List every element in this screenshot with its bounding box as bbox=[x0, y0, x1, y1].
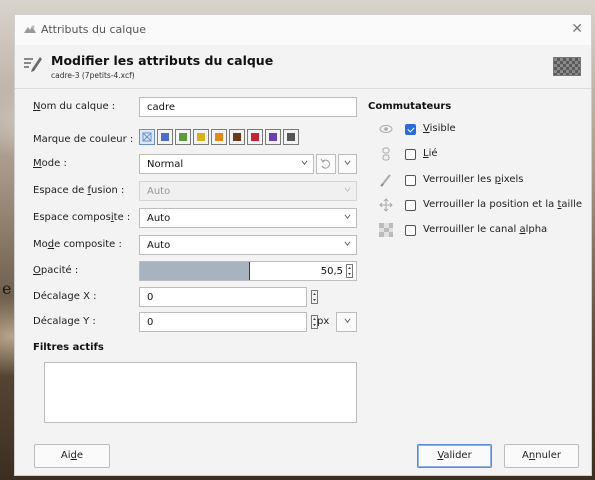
dialog-header: Modifier les attributs du calque cadre-3… bbox=[15, 45, 591, 89]
color-tag-brown[interactable] bbox=[229, 129, 245, 145]
gimp-icon bbox=[24, 25, 36, 33]
layer-name-label: Nom du calque : bbox=[33, 101, 116, 112]
chevron-down-icon bbox=[344, 241, 351, 246]
color-tag-orange[interactable] bbox=[211, 129, 227, 145]
titlebar: Attributs du calque ✕ bbox=[15, 15, 591, 45]
checkerboard-icon bbox=[379, 223, 393, 237]
mode-group-dropdown[interactable] bbox=[338, 154, 357, 174]
window-title: Attributs du calque bbox=[41, 23, 147, 36]
offset-x-value: 0 bbox=[147, 292, 154, 303]
color-tag-label: Marque de couleur : bbox=[33, 134, 134, 145]
composite-mode-label: Mode composite : bbox=[33, 239, 122, 250]
color-tag-green[interactable] bbox=[175, 129, 191, 145]
mode-label: Mode : bbox=[33, 158, 67, 169]
blend-space-select[interactable]: Auto bbox=[139, 181, 357, 201]
blend-space-value: Auto bbox=[147, 186, 171, 197]
color-tag-blue[interactable] bbox=[157, 129, 173, 145]
chain-icon bbox=[382, 147, 390, 161]
color-tag-red[interactable] bbox=[247, 129, 263, 145]
lock-alpha-label: Verrouiller le canal alpha bbox=[423, 224, 548, 235]
opacity-label: Opacité : bbox=[33, 265, 79, 276]
chevron-down-icon bbox=[344, 214, 351, 219]
active-filters-title: Filtres actifs bbox=[33, 342, 104, 353]
color-tag-yellow[interactable] bbox=[193, 129, 209, 145]
offset-y-value: 0 bbox=[147, 317, 154, 328]
color-tag-swatches bbox=[139, 129, 299, 146]
help-button[interactable]: Aide bbox=[34, 444, 110, 468]
composite-mode-value: Auto bbox=[147, 240, 171, 251]
active-filters-list[interactable] bbox=[44, 362, 357, 423]
chevron-down-icon bbox=[344, 160, 351, 165]
unit-dropdown[interactable] bbox=[336, 312, 357, 332]
header-title: Modifier les attributs du calque bbox=[51, 53, 274, 68]
visible-checkbox[interactable] bbox=[405, 124, 416, 135]
unit-value: px bbox=[317, 316, 330, 327]
color-tag-gray[interactable] bbox=[283, 129, 299, 145]
switches-title: Commutateurs bbox=[368, 101, 452, 112]
lock-pixels-label: Verrouiller les pixels bbox=[423, 174, 524, 185]
reset-icon bbox=[320, 158, 330, 169]
composite-space-value: Auto bbox=[147, 213, 171, 224]
opacity-slider[interactable]: 50,5 bbox=[139, 261, 357, 281]
lock-position-label: Verrouiller la position et la taille bbox=[423, 199, 583, 210]
brush-icon bbox=[380, 174, 391, 187]
composite-space-label: Espace composite : bbox=[33, 212, 131, 223]
spinner-icon[interactable] bbox=[346, 264, 353, 278]
offset-y-label: Décalage Y : bbox=[33, 316, 96, 327]
layer-attributes-dialog: Attributs du calque ✕ Modifier les attri… bbox=[14, 14, 592, 476]
mode-value: Normal bbox=[147, 159, 184, 170]
offset-y-input[interactable]: 0 bbox=[139, 312, 318, 332]
blend-space-label: Espace de fusion : bbox=[33, 185, 125, 196]
mode-select[interactable]: Normal bbox=[139, 154, 314, 174]
offset-x-label: Décalage X : bbox=[33, 291, 97, 302]
close-icon[interactable]: ✕ bbox=[571, 21, 583, 37]
visible-label: Visible bbox=[423, 123, 456, 134]
linked-label: Lié bbox=[423, 148, 438, 159]
background-text: e bbox=[2, 279, 12, 298]
opacity-value: 50,5 bbox=[320, 266, 343, 277]
eye-icon bbox=[379, 125, 393, 133]
offset-x-input[interactable]: 0 bbox=[139, 287, 318, 307]
opacity-fill bbox=[140, 262, 251, 280]
spinner-icon[interactable] bbox=[311, 290, 318, 304]
ok-button[interactable]: Valider bbox=[417, 444, 492, 468]
layer-thumbnail bbox=[553, 57, 581, 76]
move-icon bbox=[379, 198, 393, 212]
lock-pixels-checkbox[interactable] bbox=[405, 175, 416, 186]
composite-space-select[interactable]: Auto bbox=[139, 208, 357, 228]
composite-mode-select[interactable]: Auto bbox=[139, 235, 357, 255]
color-tag-none[interactable] bbox=[139, 129, 155, 145]
chevron-down-icon bbox=[301, 160, 308, 165]
layer-name-input[interactable]: cadre bbox=[139, 97, 357, 117]
edit-layer-icon bbox=[24, 57, 42, 72]
cancel-button[interactable]: Annuler bbox=[504, 444, 579, 468]
linked-checkbox[interactable] bbox=[405, 149, 416, 160]
lock-position-checkbox[interactable] bbox=[405, 200, 416, 211]
chevron-down-icon bbox=[344, 187, 351, 192]
color-tag-violet[interactable] bbox=[265, 129, 281, 145]
header-subtitle: cadre-3 (7petits-4.xcf) bbox=[51, 71, 135, 80]
lock-alpha-checkbox[interactable] bbox=[405, 225, 416, 236]
mode-reset-button[interactable] bbox=[316, 154, 336, 174]
chevron-down-icon bbox=[344, 318, 351, 323]
